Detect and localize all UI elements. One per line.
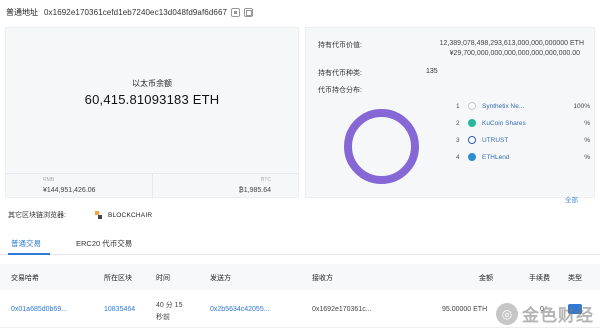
token-rank: 2 (456, 119, 460, 127)
table-header: 交易哈希 所在区块 时间 发送方 接收方 金额 手续费 类型 (0, 264, 600, 290)
holdings-count-label: 持有代币种类: (318, 70, 362, 77)
rmb-value: ¥144,951,426.06 (43, 187, 96, 194)
token-row[interactable]: 4 ETHLend % (456, 150, 590, 164)
token-icon (468, 119, 476, 127)
token-percent: % (584, 153, 590, 161)
column-header: 时间 (156, 275, 170, 282)
column-header: 交易哈希 (11, 275, 39, 282)
blockchair-link[interactable]: BLOCKCHAIR (108, 212, 152, 219)
address-type-label: 普通地址 (6, 7, 38, 17)
balance-value: 60,415.81093183 ETH (84, 92, 220, 107)
token-name[interactable]: KuCoin Shares (482, 120, 568, 127)
btc-label: BTC (261, 177, 271, 183)
token-rank: 4 (456, 153, 460, 161)
watermark-text: 金色财经 (522, 306, 594, 325)
token-icon (468, 136, 476, 144)
block-link[interactable]: 10835464 (104, 306, 135, 313)
column-header: 所在区块 (104, 275, 132, 282)
column-header: 手续费 (529, 275, 550, 282)
btc-cell: BTC ₿1,985.64 (151, 174, 299, 199)
from-address-link[interactable]: 0x2b5634c42055... (210, 306, 270, 313)
token-row[interactable]: 3 UTRUST % (456, 133, 590, 147)
watermark: ◎ 金色财经 (496, 301, 594, 326)
rmb-label: RMB (43, 177, 55, 183)
btc-value: ₿1,985.64 (238, 187, 271, 194)
tx-time-suffix: 秒前 (156, 314, 170, 321)
token-icon (468, 153, 476, 161)
to-address: 0x1692e170361c... (312, 306, 372, 313)
token-percent: % (584, 136, 590, 144)
transaction-tabs: 普通交易 ERC20 代币交易 (0, 233, 600, 255)
column-header: 类型 (568, 275, 582, 282)
other-explorers-label: 其它区块链浏览器: (8, 212, 66, 219)
balance-title: 以太币余额 (132, 79, 172, 88)
holdings-value-eth: 12,389,078,498,293,613,000,000,000000 ET… (439, 40, 584, 47)
blockchair-icon (94, 211, 102, 219)
address-value: 0x1692e170361cefd1eb7240ec13d048fd9af6d6… (44, 7, 228, 17)
tx-hash-link[interactable]: 0x01a685d0b69... (11, 306, 67, 313)
other-explorers: 其它区块链浏览器: BLOCKCHAIR (8, 210, 152, 220)
holdings-card: 持有代币价值: 12,389,078,498,293,613,000,000,0… (305, 27, 595, 204)
holdings-donut-chart (344, 109, 419, 184)
tab-normal-transactions[interactable]: 普通交易 (11, 238, 41, 249)
token-rank: 1 (456, 102, 460, 110)
balance-conversions: RMB ¥144,951,426.06 BTC ₿1,985.64 (6, 173, 298, 199)
column-header: 金额 (479, 275, 493, 282)
active-tab-indicator (8, 253, 50, 255)
token-name[interactable]: ETHLend (482, 154, 568, 161)
token-percent: % (584, 119, 590, 127)
token-percent: 100% (573, 102, 590, 110)
address-header: 普通地址 0x1692e170361cefd1eb7240ec13d048fd9… (6, 5, 254, 19)
token-row[interactable]: 1 Synthetix Ne... 100% (456, 99, 590, 113)
token-name[interactable]: Synthetix Ne... (482, 103, 568, 110)
view-all-link[interactable]: 全部 (565, 194, 578, 204)
watermark-logo-icon: ◎ (496, 302, 518, 325)
holdings-value-label: 持有代币价值: (318, 42, 362, 49)
token-rank: 3 (456, 136, 460, 144)
tx-time: 40 分 15 (156, 302, 183, 309)
balance-card: 以太币余额 60,415.81093183 ETH RMB ¥144,951,4… (5, 27, 299, 199)
holdings-value-cny: ¥29,700,000,000,000,000,000,000,000.00 (449, 50, 580, 57)
holdings-distribution-label: 代币持仓分布: (318, 87, 362, 94)
tab-erc20-transactions[interactable]: ERC20 代币交易 (76, 238, 132, 249)
column-header: 接收方 (312, 275, 333, 282)
tx-amount: 95.00000 ETH (442, 306, 488, 313)
token-row[interactable]: 2 KuCoin Shares % (456, 116, 590, 130)
qr-code-icon[interactable] (231, 7, 241, 17)
rmb-cell: RMB ¥144,951,426.06 (6, 174, 152, 199)
token-icon (468, 102, 476, 110)
token-name[interactable]: UTRUST (482, 137, 568, 144)
column-header: 发送方 (210, 275, 231, 282)
holdings-count: 135 (426, 68, 438, 75)
copy-icon[interactable] (244, 7, 254, 17)
